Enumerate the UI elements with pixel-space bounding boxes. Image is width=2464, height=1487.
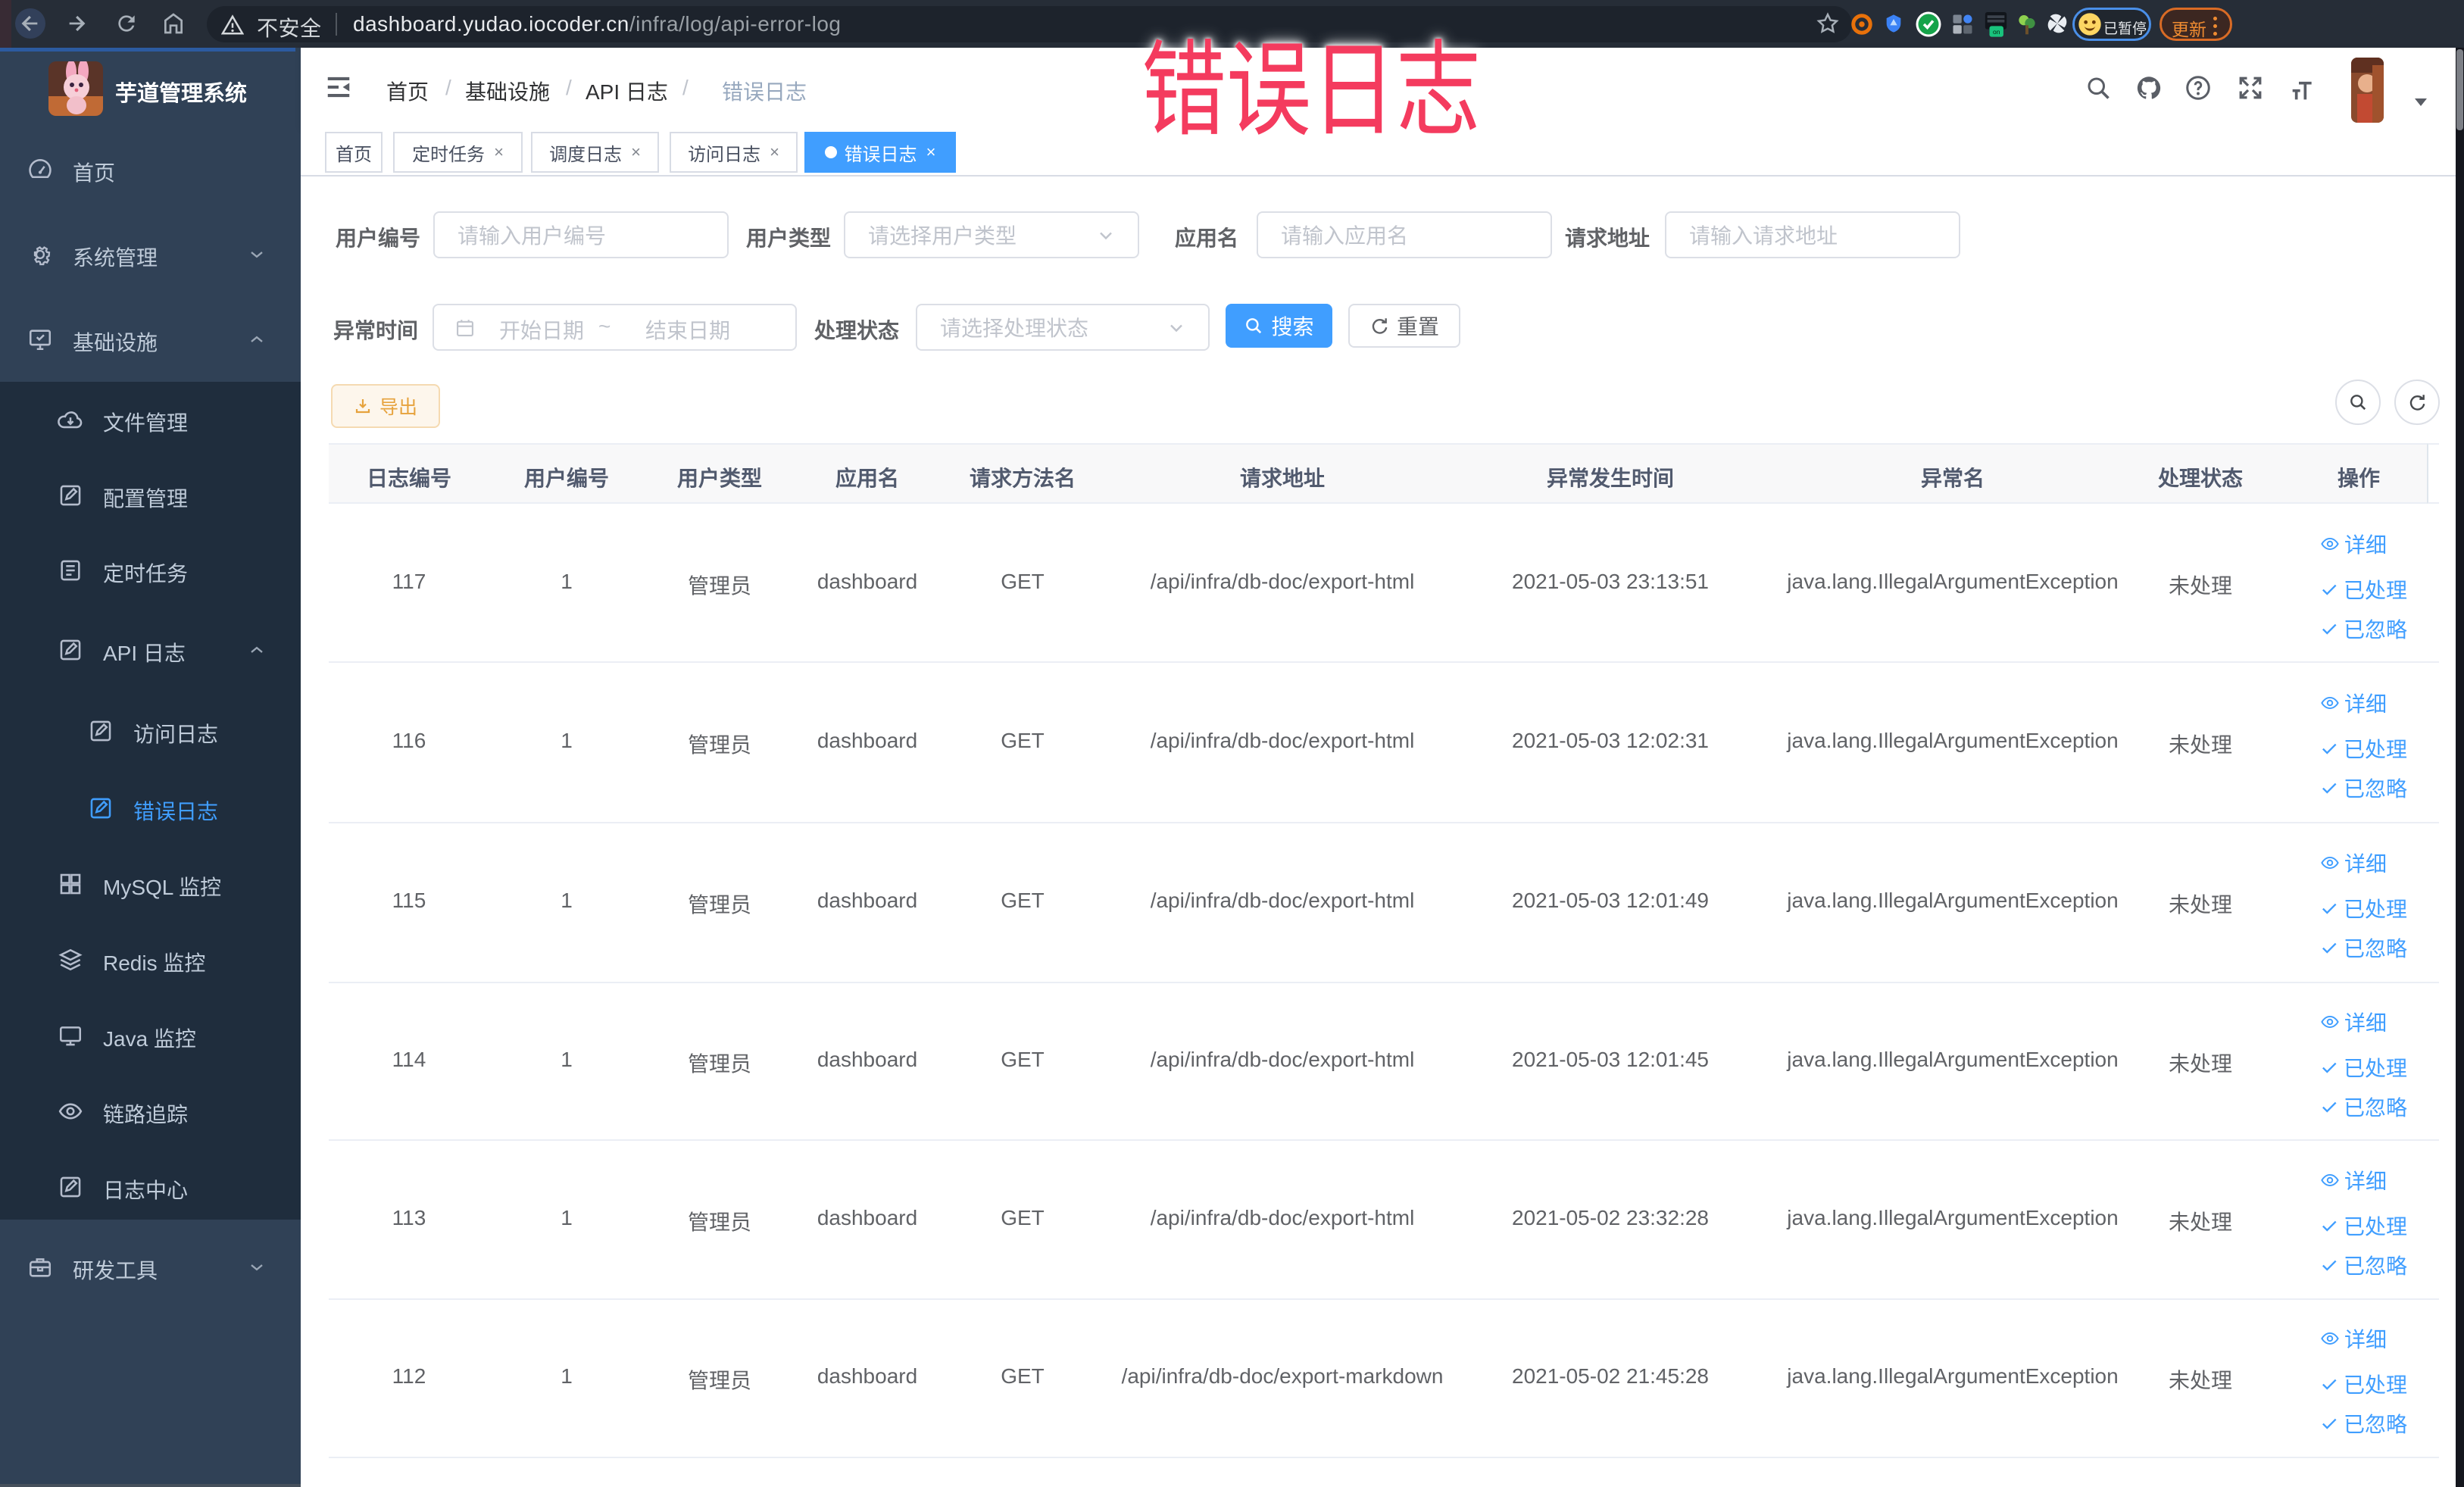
svg-text:on: on [1993,28,2000,36]
